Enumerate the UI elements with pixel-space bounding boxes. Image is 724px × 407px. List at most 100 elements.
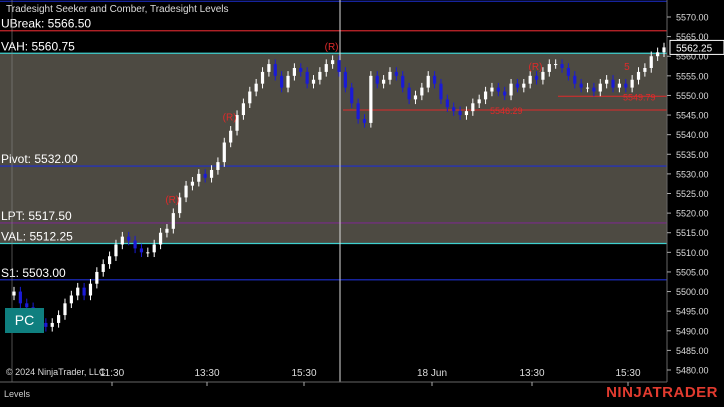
candle-body [216, 162, 220, 170]
y-tick-label: 5515.00 [676, 228, 709, 238]
candle-body [184, 185, 188, 198]
candle-body [420, 87, 424, 96]
y-tick-label: 5535.00 [676, 150, 709, 160]
signal-label: 5 [624, 62, 630, 73]
candle-body [579, 83, 583, 88]
candle-body [331, 60, 335, 65]
candle-body [573, 75, 577, 84]
level-label: Pivot: 5532.00 [1, 152, 78, 166]
candle-body [95, 271, 99, 284]
candle-body [114, 244, 118, 257]
y-tick-label: 5530.00 [676, 169, 709, 179]
chart[interactable]: UBreak: 5566.50 VAH: 5560.75 Pivot: 5532.0… [0, 0, 724, 402]
candle-body [432, 75, 437, 84]
level-label: LPT: 5517.50 [1, 209, 72, 223]
candle-body [63, 303, 67, 316]
candle-body [69, 295, 73, 304]
short-level-label: 5549.79 [623, 92, 656, 102]
candle-body [369, 75, 373, 123]
y-tick-label: 5485.00 [676, 346, 709, 356]
indicator-header: Tradesight Seeker and Comber, Tradesight… [6, 4, 229, 15]
candle-body [318, 71, 322, 80]
x-tick-label: 13:30 [519, 368, 544, 379]
candle-body [356, 103, 360, 119]
candle-body [547, 64, 551, 72]
level-label: S1: 5503.00 [1, 266, 66, 280]
y-tick-label: 5555.00 [676, 71, 709, 81]
candle-body [241, 103, 246, 116]
y-tick-label: 5505.00 [676, 267, 709, 277]
candle-body [248, 91, 252, 104]
candle-body [439, 83, 443, 100]
candle-body [229, 130, 233, 143]
candle-body [350, 87, 354, 104]
candle-body [362, 118, 367, 123]
candle-body [662, 47, 666, 53]
candle-body [598, 83, 602, 92]
candle-body [133, 240, 137, 249]
candle-body [18, 291, 22, 304]
candle-body [171, 213, 175, 229]
candle-body [528, 75, 532, 84]
candle-body [388, 71, 392, 80]
candle-body [190, 181, 195, 186]
candle-body [158, 232, 163, 245]
candle-body [483, 91, 488, 100]
candle-body [401, 75, 405, 88]
candle-body [413, 95, 418, 100]
x-tick-label: 13:30 [194, 368, 219, 379]
y-tick-label: 5500.00 [676, 287, 709, 297]
candle-body [324, 64, 328, 72]
candle-body [617, 83, 621, 88]
short-level-label: 5546.29 [490, 106, 523, 116]
candle-body [260, 71, 265, 84]
candle-body [630, 79, 634, 88]
candle-body [452, 107, 456, 112]
candle-body [12, 291, 16, 296]
x-tick-label: 15:30 [291, 368, 316, 379]
candle-body [503, 91, 507, 96]
candle-body [267, 64, 271, 72]
candle-body [426, 75, 430, 88]
candle-body [458, 111, 462, 116]
candle-body [394, 71, 398, 76]
candle-body [305, 71, 309, 84]
candle-body [522, 83, 526, 88]
candle-body [197, 173, 201, 182]
candle-body [624, 83, 628, 88]
signal-label: (R) [529, 62, 543, 73]
y-tick-label: 5510.00 [676, 248, 709, 258]
current-price-label: 5562.25 [676, 43, 713, 54]
y-tick-label: 5540.00 [676, 130, 709, 140]
candle-body [203, 173, 207, 178]
candle-body [490, 87, 494, 92]
candle-body [560, 64, 564, 68]
chart-canvas[interactable]: UBreak: 5566.50VAH: 5560.75Pivot: 5532.0… [0, 0, 724, 402]
candle-body [152, 244, 156, 253]
candle-body [88, 283, 93, 296]
y-tick-label: 5480.00 [676, 366, 709, 376]
y-tick-label: 5525.00 [676, 189, 709, 199]
candle-body [273, 64, 277, 76]
candle-body [611, 79, 615, 88]
panel-label: Levels [4, 389, 31, 399]
candle-body [375, 75, 379, 84]
candle-body [44, 322, 48, 327]
ninjatrader-logo: NINJATRADER [606, 384, 718, 401]
y-tick-label: 5520.00 [676, 209, 709, 219]
candle-body [585, 87, 590, 89]
candle-body [165, 228, 169, 233]
pc-button[interactable]: PC [5, 308, 44, 333]
candle-body [127, 236, 131, 241]
candle-body [554, 64, 558, 66]
candle-body [656, 52, 660, 57]
x-tick-label: 18 Jun [417, 368, 447, 379]
y-tick-label: 5545.00 [676, 111, 709, 121]
copyright-text: © 2024 NinjaTrader, LLC [6, 367, 106, 377]
candle-body [636, 71, 641, 80]
candle-body [566, 67, 571, 76]
candle-body [515, 83, 520, 88]
signal-label: (R) [165, 195, 179, 206]
candle-body [311, 79, 316, 84]
x-tick-label: 15:30 [615, 368, 640, 379]
